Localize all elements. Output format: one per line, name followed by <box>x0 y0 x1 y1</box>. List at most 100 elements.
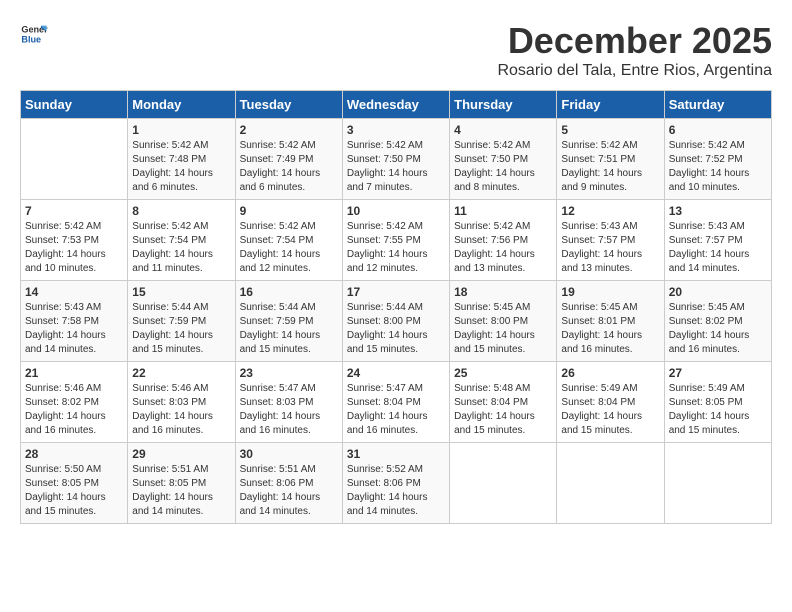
sunrise: Sunrise: 5:42 AM <box>347 221 423 232</box>
cell-info: Sunrise: 5:42 AM Sunset: 7:56 PM Dayligh… <box>454 220 552 276</box>
header-saturday: Saturday <box>664 91 771 119</box>
day-number: 10 <box>347 204 445 218</box>
sunset: Sunset: 8:02 PM <box>669 316 743 327</box>
calendar-week-4: 28 Sunrise: 5:50 AM Sunset: 8:05 PM Dayl… <box>21 443 772 524</box>
sunrise: Sunrise: 5:45 AM <box>561 302 637 313</box>
sunrise: Sunrise: 5:49 AM <box>561 383 637 394</box>
sunrise: Sunrise: 5:48 AM <box>454 383 530 394</box>
sunset: Sunset: 8:00 PM <box>347 316 421 327</box>
daylight: Daylight: 14 hours and 16 minutes. <box>561 330 642 355</box>
sunrise: Sunrise: 5:43 AM <box>561 221 637 232</box>
sunset: Sunset: 7:59 PM <box>240 316 314 327</box>
day-number: 14 <box>25 285 123 299</box>
cell-info: Sunrise: 5:43 AM Sunset: 7:57 PM Dayligh… <box>561 220 659 276</box>
calendar-week-2: 14 Sunrise: 5:43 AM Sunset: 7:58 PM Dayl… <box>21 281 772 362</box>
daylight: Daylight: 14 hours and 15 minutes. <box>347 330 428 355</box>
cell-info: Sunrise: 5:42 AM Sunset: 7:55 PM Dayligh… <box>347 220 445 276</box>
sunrise: Sunrise: 5:52 AM <box>347 464 423 475</box>
day-number: 24 <box>347 366 445 380</box>
cell-info: Sunrise: 5:52 AM Sunset: 8:06 PM Dayligh… <box>347 463 445 519</box>
calendar-cell: 10 Sunrise: 5:42 AM Sunset: 7:55 PM Dayl… <box>342 200 449 281</box>
sunset: Sunset: 7:58 PM <box>25 316 99 327</box>
month-title: December 2025 <box>497 20 772 62</box>
sunset: Sunset: 7:51 PM <box>561 154 635 165</box>
cell-info: Sunrise: 5:44 AM Sunset: 8:00 PM Dayligh… <box>347 301 445 357</box>
day-number: 30 <box>240 447 338 461</box>
calendar-cell: 18 Sunrise: 5:45 AM Sunset: 8:00 PM Dayl… <box>450 281 557 362</box>
cell-info: Sunrise: 5:44 AM Sunset: 7:59 PM Dayligh… <box>240 301 338 357</box>
daylight: Daylight: 14 hours and 16 minutes. <box>25 411 106 436</box>
svg-text:Blue: Blue <box>21 34 41 44</box>
sunset: Sunset: 7:50 PM <box>454 154 528 165</box>
day-number: 22 <box>132 366 230 380</box>
cell-info: Sunrise: 5:43 AM Sunset: 7:57 PM Dayligh… <box>669 220 767 276</box>
calendar-week-3: 21 Sunrise: 5:46 AM Sunset: 8:02 PM Dayl… <box>21 362 772 443</box>
sunrise: Sunrise: 5:46 AM <box>25 383 101 394</box>
sunset: Sunset: 8:06 PM <box>347 478 421 489</box>
cell-info: Sunrise: 5:42 AM Sunset: 7:50 PM Dayligh… <box>347 139 445 195</box>
daylight: Daylight: 14 hours and 16 minutes. <box>132 411 213 436</box>
day-number: 9 <box>240 204 338 218</box>
day-number: 19 <box>561 285 659 299</box>
sunrise: Sunrise: 5:42 AM <box>25 221 101 232</box>
calendar-cell: 2 Sunrise: 5:42 AM Sunset: 7:49 PM Dayli… <box>235 119 342 200</box>
sunrise: Sunrise: 5:42 AM <box>132 221 208 232</box>
daylight: Daylight: 14 hours and 15 minutes. <box>240 330 321 355</box>
daylight: Daylight: 14 hours and 11 minutes. <box>132 249 213 274</box>
sunset: Sunset: 7:49 PM <box>240 154 314 165</box>
logo: General Blue <box>20 20 48 48</box>
sunset: Sunset: 7:54 PM <box>240 235 314 246</box>
sunset: Sunset: 7:52 PM <box>669 154 743 165</box>
calendar-cell: 31 Sunrise: 5:52 AM Sunset: 8:06 PM Dayl… <box>342 443 449 524</box>
daylight: Daylight: 14 hours and 9 minutes. <box>561 168 642 193</box>
cell-info: Sunrise: 5:42 AM Sunset: 7:54 PM Dayligh… <box>132 220 230 276</box>
cell-info: Sunrise: 5:46 AM Sunset: 8:02 PM Dayligh… <box>25 382 123 438</box>
sunset: Sunset: 7:57 PM <box>561 235 635 246</box>
sunrise: Sunrise: 5:42 AM <box>669 140 745 151</box>
sunrise: Sunrise: 5:42 AM <box>240 140 316 151</box>
logo-icon: General Blue <box>20 20 48 48</box>
day-number: 5 <box>561 123 659 137</box>
cell-info: Sunrise: 5:42 AM Sunset: 7:53 PM Dayligh… <box>25 220 123 276</box>
calendar-cell: 1 Sunrise: 5:42 AM Sunset: 7:48 PM Dayli… <box>128 119 235 200</box>
sunset: Sunset: 8:03 PM <box>132 397 206 408</box>
sunrise: Sunrise: 5:42 AM <box>454 140 530 151</box>
calendar-cell: 17 Sunrise: 5:44 AM Sunset: 8:00 PM Dayl… <box>342 281 449 362</box>
daylight: Daylight: 14 hours and 8 minutes. <box>454 168 535 193</box>
cell-info: Sunrise: 5:49 AM Sunset: 8:04 PM Dayligh… <box>561 382 659 438</box>
day-number: 12 <box>561 204 659 218</box>
sunrise: Sunrise: 5:51 AM <box>240 464 316 475</box>
sunrise: Sunrise: 5:44 AM <box>347 302 423 313</box>
day-number: 21 <box>25 366 123 380</box>
calendar-cell: 28 Sunrise: 5:50 AM Sunset: 8:05 PM Dayl… <box>21 443 128 524</box>
calendar-cell: 11 Sunrise: 5:42 AM Sunset: 7:56 PM Dayl… <box>450 200 557 281</box>
day-number: 29 <box>132 447 230 461</box>
sunrise: Sunrise: 5:46 AM <box>132 383 208 394</box>
sunset: Sunset: 8:05 PM <box>132 478 206 489</box>
day-number: 2 <box>240 123 338 137</box>
sunrise: Sunrise: 5:51 AM <box>132 464 208 475</box>
calendar-cell: 6 Sunrise: 5:42 AM Sunset: 7:52 PM Dayli… <box>664 119 771 200</box>
sunset: Sunset: 7:48 PM <box>132 154 206 165</box>
sunrise: Sunrise: 5:45 AM <box>669 302 745 313</box>
day-number: 15 <box>132 285 230 299</box>
cell-info: Sunrise: 5:51 AM Sunset: 8:05 PM Dayligh… <box>132 463 230 519</box>
daylight: Daylight: 14 hours and 12 minutes. <box>240 249 321 274</box>
calendar-cell: 14 Sunrise: 5:43 AM Sunset: 7:58 PM Dayl… <box>21 281 128 362</box>
cell-info: Sunrise: 5:42 AM Sunset: 7:50 PM Dayligh… <box>454 139 552 195</box>
cell-info: Sunrise: 5:45 AM Sunset: 8:01 PM Dayligh… <box>561 301 659 357</box>
day-number: 1 <box>132 123 230 137</box>
calendar-cell: 3 Sunrise: 5:42 AM Sunset: 7:50 PM Dayli… <box>342 119 449 200</box>
day-number: 16 <box>240 285 338 299</box>
sunset: Sunset: 8:02 PM <box>25 397 99 408</box>
calendar-cell: 7 Sunrise: 5:42 AM Sunset: 7:53 PM Dayli… <box>21 200 128 281</box>
cell-info: Sunrise: 5:43 AM Sunset: 7:58 PM Dayligh… <box>25 301 123 357</box>
cell-info: Sunrise: 5:47 AM Sunset: 8:04 PM Dayligh… <box>347 382 445 438</box>
sunset: Sunset: 7:54 PM <box>132 235 206 246</box>
daylight: Daylight: 14 hours and 13 minutes. <box>454 249 535 274</box>
calendar-cell: 24 Sunrise: 5:47 AM Sunset: 8:04 PM Dayl… <box>342 362 449 443</box>
title-area: December 2025 Rosario del Tala, Entre Ri… <box>497 20 772 80</box>
cell-info: Sunrise: 5:51 AM Sunset: 8:06 PM Dayligh… <box>240 463 338 519</box>
daylight: Daylight: 14 hours and 15 minutes. <box>454 411 535 436</box>
sunset: Sunset: 8:05 PM <box>25 478 99 489</box>
